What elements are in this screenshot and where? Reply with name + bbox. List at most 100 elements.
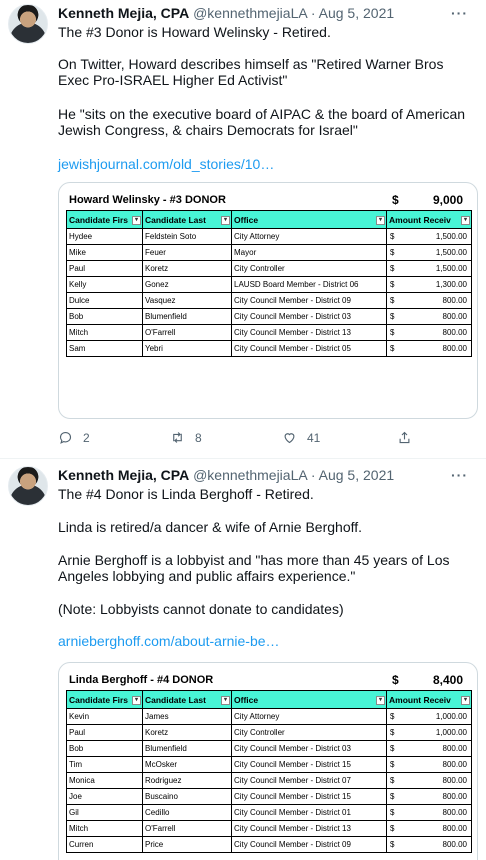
sheet-title-row: Linda Berghoff - #4 DONOR $ 8,400 xyxy=(66,672,471,689)
amount-cell: $1,000.00 xyxy=(386,708,472,725)
table-row: Curren Price City Council Member - Distric… xyxy=(66,836,472,853)
table-cell: City Controller xyxy=(231,260,387,277)
table-cell: Feuer xyxy=(142,244,232,261)
column-header[interactable]: Office ▾ xyxy=(231,210,387,229)
column-header[interactable]: Candidate Firs ▾ xyxy=(66,210,143,229)
tweet-text-paragraph: (Note: Lobbyists cannot donate to candid… xyxy=(58,601,344,617)
filter-dropdown-icon[interactable]: ▾ xyxy=(132,216,141,225)
table-cell: Dulce xyxy=(66,292,143,309)
avatar[interactable] xyxy=(8,466,48,506)
filter-dropdown-icon[interactable]: ▾ xyxy=(221,216,230,225)
table-cell: City Council Member - District 15 xyxy=(231,788,387,805)
currency-symbol: $ xyxy=(390,792,395,801)
currency-symbol: $ xyxy=(390,328,395,337)
amount-value: 800.00 xyxy=(442,312,467,321)
column-header[interactable]: Candidate Last ▾ xyxy=(142,210,232,229)
amount-cell: $800.00 xyxy=(386,820,472,837)
table-cell: James xyxy=(142,708,232,725)
author-handle[interactable]: @kennethmejiaLA xyxy=(193,5,307,21)
author-name[interactable]: Kenneth Mejia, CPA xyxy=(58,5,189,21)
attached-image[interactable]: Howard Welinsky - #3 DONOR $ 9,000 Candi… xyxy=(58,182,478,419)
filter-dropdown-icon[interactable]: ▾ xyxy=(376,216,385,225)
amount-value: 800.00 xyxy=(442,824,467,833)
tweet-text-line1: The #4 Donor is Linda Berghoff - Retired… xyxy=(58,486,314,502)
table-cell: Bob xyxy=(66,740,143,757)
filter-dropdown-icon[interactable]: ▾ xyxy=(376,696,385,705)
tweet-text-line1: The #3 Donor is Howard Welinsky - Retire… xyxy=(58,24,331,40)
like-button[interactable]: 41 xyxy=(282,430,320,445)
table-row: Kevin James City Attorney $1,000.00 xyxy=(66,708,472,725)
currency-symbol: $ xyxy=(390,264,395,273)
retweet-icon xyxy=(173,432,182,443)
currency-symbol: $ xyxy=(390,712,395,721)
retweet-button[interactable]: 8 xyxy=(170,430,202,445)
tweet-date[interactable]: Aug 5, 2021 xyxy=(319,467,395,483)
tweet[interactable]: Kenneth Mejia, CPA @kennethmejiaLA · Aug… xyxy=(0,462,486,860)
column-header[interactable]: Office ▾ xyxy=(231,690,387,709)
amount-value: 800.00 xyxy=(442,344,467,353)
table-row: Paul Koretz City Controller $1,000.00 xyxy=(66,724,472,741)
amount-value: 1,500.00 xyxy=(435,232,467,241)
reply-icon xyxy=(59,431,72,444)
table-cell: Paul xyxy=(66,724,143,741)
tweet[interactable]: Kenneth Mejia, CPA @kennethmejiaLA · Aug… xyxy=(0,0,486,458)
amount-cell: $800.00 xyxy=(386,756,472,773)
column-header[interactable]: Amount Receiv ▾ xyxy=(386,210,472,229)
header-row: Candidate Firs ▾ Candidate Last ▾ Office ▾ Amo… xyxy=(66,690,472,709)
avatar[interactable] xyxy=(8,4,48,44)
table-cell: Cedillo xyxy=(142,804,232,821)
column-header-label: Candidate Last xyxy=(145,214,206,225)
amount-cell: $800.00 xyxy=(386,292,472,309)
table-cell: Yebri xyxy=(142,340,232,357)
sheet-title: Linda Berghoff - #4 DONOR xyxy=(69,674,214,686)
table-row: Gil Cedillo City Council Member - District… xyxy=(66,804,472,821)
table-cell: Blumenfield xyxy=(142,308,232,325)
tweet-link[interactable]: jewishjournal.com/old_stories/10… xyxy=(58,156,478,172)
more-options-button[interactable]: ··· xyxy=(451,468,468,482)
amount-cell: $800.00 xyxy=(386,788,472,805)
table-row: Hydee Feldstein Soto City Attorney $1,500.0… xyxy=(66,228,472,245)
table-cell: Vasquez xyxy=(142,292,232,309)
filter-dropdown-icon[interactable]: ▾ xyxy=(132,696,141,705)
amount-value: 800.00 xyxy=(442,296,467,305)
column-header[interactable]: Candidate Firs ▾ xyxy=(66,690,143,709)
tweet-date[interactable]: Aug 5, 2021 xyxy=(319,5,395,21)
donation-table: Candidate Firs ▾ Candidate Last ▾ Office ▾ Amo… xyxy=(66,690,472,853)
reply-button[interactable]: 2 xyxy=(58,430,90,445)
column-header-label: Amount Receiv xyxy=(389,214,451,225)
retweet-count: 8 xyxy=(195,430,202,445)
column-header-label: Amount Receiv xyxy=(389,694,451,705)
table-cell: Monica xyxy=(66,772,143,789)
column-header-label: Office xyxy=(234,694,259,705)
table-cell: City Council Member - District 05 xyxy=(231,340,387,357)
table-cell: Buscaino xyxy=(142,788,232,805)
author-handle[interactable]: @kennethmejiaLA xyxy=(193,467,307,483)
heart-icon xyxy=(284,433,295,444)
column-header[interactable]: Candidate Last ▾ xyxy=(142,690,232,709)
filter-dropdown-icon[interactable]: ▾ xyxy=(461,696,470,705)
tweet-actions: 2 8 41 xyxy=(58,430,478,450)
currency-symbol: $ xyxy=(390,312,395,321)
tweet-text-paragraph: Arnie Berghoff is a lobbyist and "has mo… xyxy=(58,552,450,584)
filter-dropdown-icon[interactable]: ▾ xyxy=(221,696,230,705)
author-name[interactable]: Kenneth Mejia, CPA xyxy=(58,467,189,483)
table-cell: Curren xyxy=(66,836,143,853)
table-cell: City Council Member - District 09 xyxy=(231,836,387,853)
table-cell: City Attorney xyxy=(231,228,387,245)
filter-dropdown-icon[interactable]: ▾ xyxy=(461,216,470,225)
tweet-link[interactable]: arnieberghoff.com/about-arnie-be… xyxy=(58,633,478,649)
table-cell: Mike xyxy=(66,244,143,261)
more-options-button[interactable]: ··· xyxy=(451,6,468,20)
amount-cell: $800.00 xyxy=(386,772,472,789)
amount-value: 800.00 xyxy=(442,328,467,337)
attached-image[interactable]: Linda Berghoff - #4 DONOR $ 8,400 Candid… xyxy=(58,662,478,860)
table-row: Bob Blumenfield City Council Member - Dist… xyxy=(66,740,472,757)
amount-value: 1,500.00 xyxy=(435,264,467,273)
table-cell: Mayor xyxy=(231,244,387,261)
separator: · xyxy=(310,467,316,483)
column-header[interactable]: Amount Receiv ▾ xyxy=(386,690,472,709)
table-cell: Price xyxy=(142,836,232,853)
tweet-divider xyxy=(0,458,486,459)
tweet-text-paragraph: Linda is retired/a dancer & wife of Arni… xyxy=(58,519,363,535)
share-button[interactable] xyxy=(397,430,412,445)
